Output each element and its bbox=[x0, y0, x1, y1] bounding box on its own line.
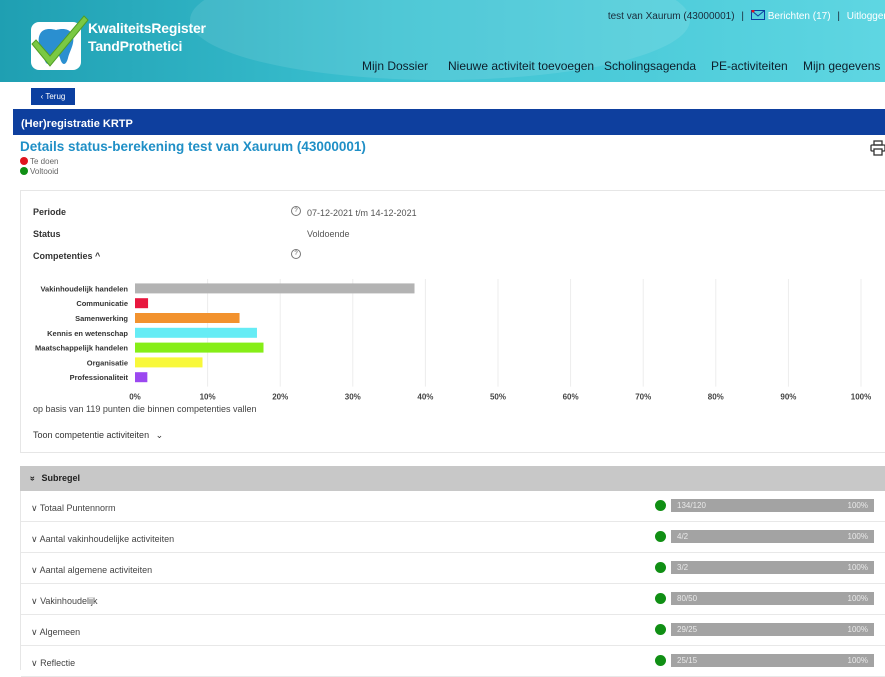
x-tick-label: 10% bbox=[200, 393, 216, 400]
subregel-header[interactable]: » Subregel bbox=[20, 466, 885, 491]
x-tick-label: 30% bbox=[345, 393, 361, 400]
category-label: Professionaliteit bbox=[70, 373, 129, 382]
x-tick-label: 50% bbox=[490, 393, 506, 400]
category-label: Maatschappelijk handelen bbox=[35, 344, 128, 353]
bar[interactable] bbox=[135, 298, 149, 309]
subregel-label[interactable]: ∨ Aantal algemene activiteiten bbox=[31, 565, 152, 576]
status-dot-icon bbox=[655, 531, 666, 542]
status-dot-icon bbox=[655, 655, 666, 666]
subregel-label[interactable]: ∨ Aantal vakinhoudelijke activiteiten bbox=[31, 534, 174, 545]
subregel-label[interactable]: ∨ Algemeen bbox=[31, 627, 80, 638]
status-dot-icon bbox=[655, 500, 666, 511]
status-dot-icon bbox=[655, 562, 666, 573]
bar[interactable] bbox=[135, 357, 203, 368]
x-tick-label: 20% bbox=[272, 393, 288, 400]
subregel-label[interactable]: ∨ Totaal Puntennorm bbox=[31, 503, 115, 514]
progress-value: 80/50 bbox=[677, 594, 698, 603]
competenties-chart: 0% 10% 20% 30% 40% 50% 60% 70% 80% 90% 100% Vakinho… bbox=[35, 279, 871, 400]
category-label: Vakinhoudelijk handelen bbox=[40, 284, 128, 293]
progress-percent: 100% bbox=[847, 501, 868, 510]
progress-value: 134/120 bbox=[677, 501, 706, 510]
bar[interactable] bbox=[135, 342, 264, 353]
progress-percent: 100% bbox=[847, 625, 868, 634]
subregel-row[interactable]: ∨ Totaal Puntennorm 134/120 100% bbox=[21, 491, 885, 522]
x-tick-label: 70% bbox=[635, 393, 651, 400]
subregel-label[interactable]: ∨ Vakinhoudelijk bbox=[31, 596, 97, 607]
x-tick-label: 80% bbox=[708, 393, 724, 400]
category-label: Samenwerking bbox=[75, 314, 128, 323]
x-tick-label: 100% bbox=[851, 393, 871, 400]
progress-bar: 80/50 100% bbox=[671, 592, 874, 605]
status-dot-icon bbox=[655, 593, 666, 604]
subregel-title: Subregel bbox=[41, 473, 81, 483]
x-tick-label: 0% bbox=[129, 393, 141, 400]
progress-value: 29/25 bbox=[677, 625, 698, 634]
status-dot-icon bbox=[655, 624, 666, 635]
progress-value: 3/2 bbox=[677, 563, 689, 572]
progress-fill bbox=[671, 623, 874, 636]
subregel-label[interactable]: ∨ Reflectie bbox=[31, 658, 75, 669]
x-tick-label: 40% bbox=[417, 393, 433, 400]
bar[interactable] bbox=[135, 327, 257, 338]
subregel-row[interactable]: ∨ Vakinhoudelijk 80/50 100% bbox=[21, 584, 885, 615]
category-label: Organisatie bbox=[87, 358, 128, 367]
bar[interactable] bbox=[135, 372, 148, 383]
chevron-down-icon: ⌄ bbox=[155, 430, 164, 440]
progress-bar: 4/2 100% bbox=[671, 530, 874, 543]
x-tick-label: 60% bbox=[563, 393, 579, 400]
subregel-row[interactable]: ∨ Reflectie 25/15 100% bbox=[21, 646, 885, 677]
subregel-row[interactable]: ∨ Aantal algemene activiteiten 3/2 100% bbox=[21, 553, 885, 584]
progress-fill bbox=[671, 592, 874, 605]
progress-percent: 100% bbox=[847, 532, 868, 541]
subregel-row[interactable]: ∨ Algemeen 29/25 100% bbox=[21, 615, 885, 646]
subregel-row[interactable]: ∨ Aantal vakinhoudelijke activiteiten 4/2… bbox=[21, 522, 885, 553]
toon-competentie-activiteiten-link[interactable]: Toon competentie activiteiten ⌄ bbox=[33, 430, 163, 441]
subregel-list: ∨ Totaal Puntennorm 134/120 100% ∨ Aantal v… bbox=[20, 491, 885, 677]
progress-bar: 3/2 100% bbox=[671, 561, 874, 574]
bar[interactable] bbox=[135, 313, 240, 323]
progress-fill bbox=[671, 654, 874, 667]
progress-percent: 100% bbox=[847, 594, 868, 603]
double-chevron-down-icon: » bbox=[28, 475, 39, 482]
progress-percent: 100% bbox=[847, 563, 868, 572]
x-tick-label: 90% bbox=[780, 393, 796, 400]
chart-note: op basis van 119 punten die binnen compe… bbox=[33, 404, 257, 414]
progress-value: 25/15 bbox=[677, 656, 698, 665]
progress-bar: 29/25 100% bbox=[671, 623, 874, 636]
progress-percent: 100% bbox=[847, 656, 868, 665]
bar[interactable] bbox=[135, 283, 415, 294]
progress-fill bbox=[671, 561, 874, 574]
progress-bar: 25/15 100% bbox=[671, 654, 874, 667]
category-label: Kennis en wetenschap bbox=[47, 329, 128, 338]
progress-bar: 134/120 100% bbox=[671, 499, 874, 512]
toon-link-label: Toon competentie activiteiten bbox=[33, 430, 150, 440]
progress-value: 4/2 bbox=[677, 532, 689, 541]
progress-fill bbox=[671, 530, 874, 543]
category-label: Communicatie bbox=[76, 299, 128, 308]
